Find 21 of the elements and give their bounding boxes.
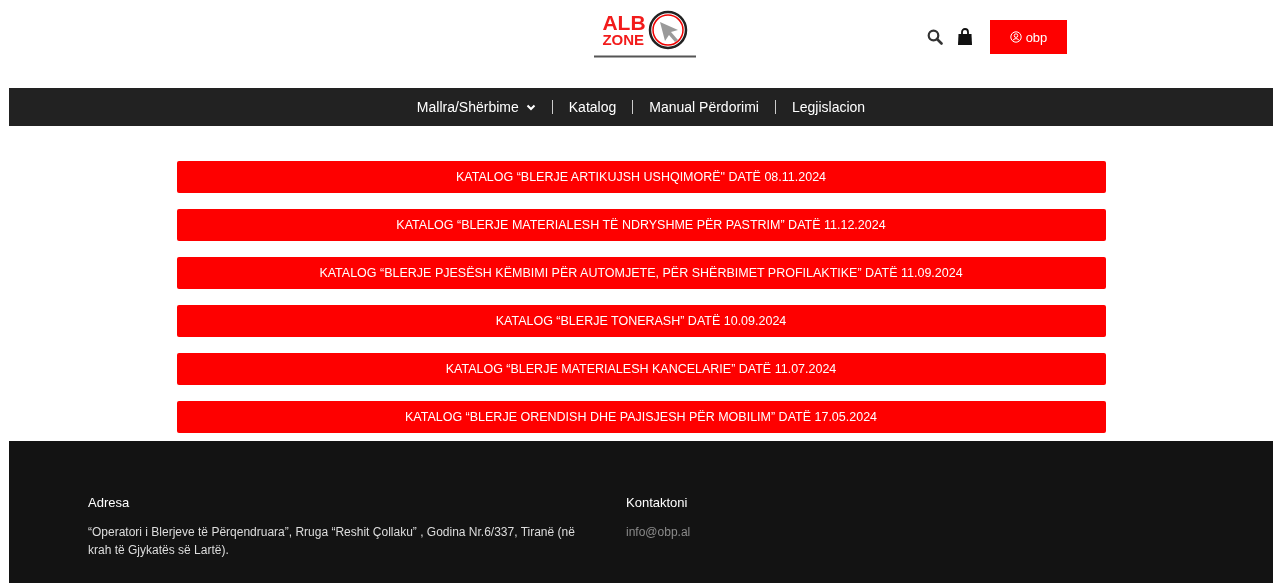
catalog-button[interactable]: KATALOG “BLERJE MATERIALESH TË NDRYSHME PËR PASTRIM” DATË 11.12.2024	[176, 209, 1106, 241]
logo-text: ALB	[602, 12, 646, 33]
nav-link[interactable]: Legjislacion	[792, 99, 866, 115]
footer-heading: Adresa	[88, 495, 131, 510]
shopping-bag-icon[interactable]	[957, 28, 973, 46]
catalog-button[interactable]: KATALOG “BLERJE ORENDISH DHE PAJISJESH PËR MOBILIM” DATË 17.05.2024	[176, 401, 1106, 433]
account-button[interactable]: obp	[990, 20, 1067, 54]
nav-link[interactable]: Katalog	[568, 99, 617, 115]
catalog-button[interactable]: KATALOG “BLERJE ARTIKUJSH USHQIMORË" DATË 08.11.2024	[176, 161, 1106, 193]
user-icon	[1009, 31, 1022, 43]
cursor-circle-icon	[647, 10, 688, 50]
nav-link[interactable]: Manual Përdorimi	[649, 99, 759, 115]
search-icon[interactable]	[927, 29, 943, 45]
logo-text: ZONE	[602, 32, 646, 48]
catalog-button[interactable]: KATALOG “BLERJE TONERASH” DATË 10.09.2024	[176, 305, 1106, 337]
catalog-button[interactable]: KATALOG “BLERJE MATERIALESH KANCELARIE” DATË 11.07.2024	[176, 353, 1106, 385]
footer-heading: Kontaktoni	[626, 495, 689, 510]
address-text: “Operatori i Blerjeve të Përqendruara”, Rruga “Reshit Çollaku” , Godina Nr.6/337, Tiranë (në krah të Gjykatës së Lartë).	[88, 524, 576, 559]
catalog-button[interactable]: KATALOG “BLERJE PJESËSH KËMBIMI PËR AUTOMJETE, PËR SHËRBIMET PROFILAKTIKE” DATË 11.09.2024	[176, 257, 1106, 289]
email-link[interactable]: info@obp.al	[626, 525, 691, 539]
nav-link[interactable]: Mallra/Shërbime	[416, 99, 536, 115]
